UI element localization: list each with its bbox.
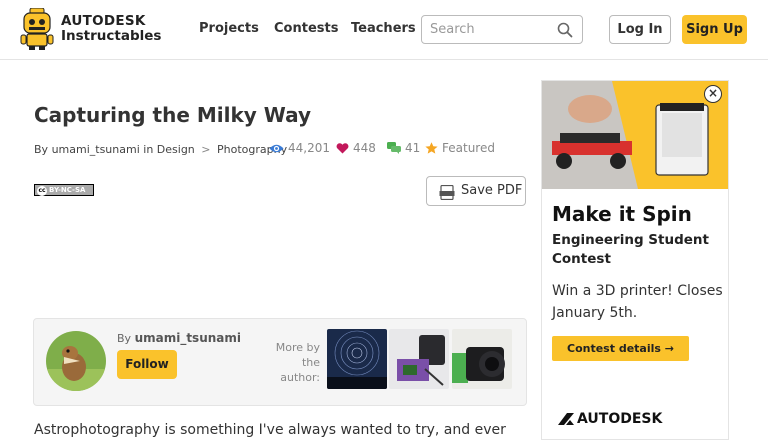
chipmunk-photo: [46, 331, 106, 391]
author-project-thumb[interactable]: [327, 329, 387, 389]
comment-icon: [387, 142, 401, 154]
ad-close-button[interactable]: ×: [704, 85, 722, 103]
in-word: in: [143, 143, 154, 156]
eye-icon: [269, 144, 284, 153]
article-body-text: Astrophotography is something I've alway…: [34, 422, 506, 438]
featured-label: Featured: [442, 141, 495, 155]
heart-icon: [336, 143, 349, 154]
save-pdf-label: Save PDF: [461, 183, 523, 198]
license-badge[interactable]: cc BY-NC-SA: [34, 184, 94, 196]
autodesk-logo-icon: [558, 413, 574, 425]
author-link[interactable]: umami_tsunami: [52, 143, 140, 156]
author-project-thumb[interactable]: [452, 329, 512, 389]
logo-line1: AUTODESK: [61, 13, 146, 29]
comments-count: 41: [405, 141, 421, 155]
nav-teachers[interactable]: Teachers: [351, 21, 416, 36]
ad-subtitle: Engineering Student Contest: [552, 232, 709, 267]
page-title: Capturing the Milky Way: [34, 103, 312, 127]
contest-ad[interactable]: × Make it Spin Engineering Student Conte…: [541, 80, 729, 440]
contest-details-label: Contest details: [567, 342, 661, 355]
login-button[interactable]: Log In: [609, 15, 671, 44]
views-stat: 44,201: [269, 141, 330, 155]
cc-icon: cc: [37, 186, 47, 196]
contest-details-button[interactable]: Contest details →: [552, 336, 689, 361]
nav-contests[interactable]: Contests: [274, 21, 338, 36]
breadcrumb-separator: >: [201, 143, 211, 156]
author-by-line: By umami_tsunami: [117, 331, 241, 345]
by-prefix: By: [34, 143, 49, 156]
follow-button[interactable]: Follow: [117, 350, 177, 379]
featured-badge: Featured: [425, 141, 495, 155]
search-input[interactable]: Search: [421, 15, 583, 44]
camera-lens-thumbnail: [452, 329, 512, 389]
arrow-right-icon: →: [664, 342, 674, 355]
search-icon[interactable]: [557, 22, 573, 38]
autodesk-brand: AUTODESK: [558, 411, 662, 427]
autodesk-brand-text: AUTODESK: [577, 411, 663, 427]
signup-button[interactable]: Sign Up: [682, 15, 747, 44]
ad-hero-image: [542, 81, 728, 189]
author-project-thumb[interactable]: [389, 329, 449, 389]
site-header: AUTODESK Instructables Projects Contests…: [0, 0, 768, 60]
electronics-thumbnail: [389, 329, 449, 389]
more-by-author-label: More by the author:: [275, 341, 320, 384]
pdf-icon: [439, 185, 455, 200]
author-box-name[interactable]: umami_tsunami: [135, 331, 241, 345]
logo-text: AUTODESK Instructables: [61, 14, 161, 44]
logo-line2: Instructables: [61, 28, 162, 44]
search-placeholder: Search: [430, 22, 475, 37]
ad-title: Make it Spin: [552, 202, 692, 226]
category-link[interactable]: Design: [157, 143, 195, 156]
author-avatar[interactable]: [46, 331, 106, 391]
favorites-count: 448: [353, 141, 376, 155]
favorites-stat: 448: [336, 141, 376, 155]
nav-projects[interactable]: Projects: [199, 21, 259, 36]
license-text: BY-NC-SA: [49, 186, 86, 194]
views-count: 44,201: [288, 141, 330, 155]
instructables-logo[interactable]: AUTODESK Instructables: [20, 8, 161, 52]
save-pdf-button[interactable]: Save PDF: [426, 176, 526, 206]
star-trails-thumbnail: [327, 329, 387, 389]
comments-stat: 41: [387, 141, 420, 155]
robot-logo-icon: [20, 8, 54, 50]
author-box: By umami_tsunami Follow More by the auth…: [33, 318, 527, 406]
star-icon: [425, 142, 438, 154]
author-by-prefix: By: [117, 332, 132, 345]
article-byline: By umami_tsunami in Design > Photography: [34, 143, 287, 156]
ad-description: Win a 3D printer! Closes January 5th.: [552, 283, 723, 321]
